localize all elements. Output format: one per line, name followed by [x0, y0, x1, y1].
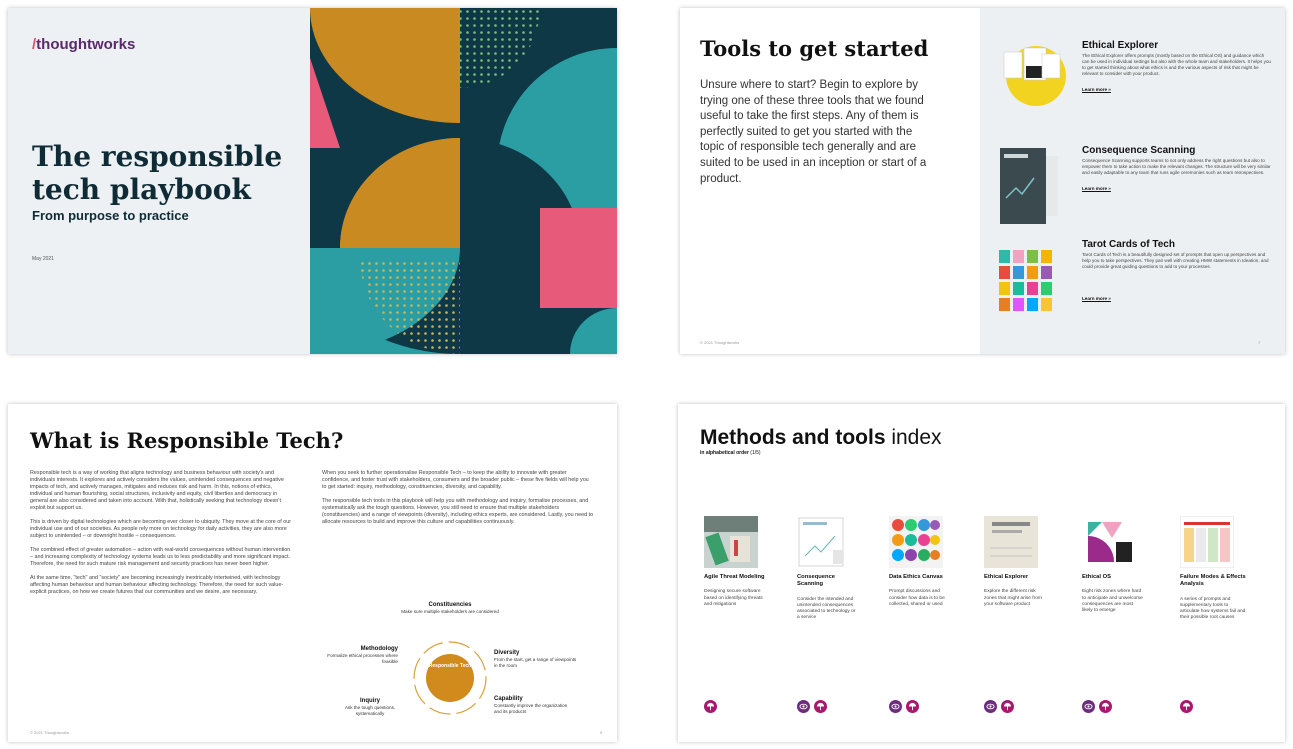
method-title: Ethical Explorer [984, 574, 1029, 580]
method-card-ethical-explorer[interactable]: Ethical Explorer Explore the different r… [984, 516, 1046, 608]
method-icon-row [889, 700, 919, 713]
eye-icon [984, 700, 997, 713]
tool-description: Consequence Scanning supports teams to n… [1082, 158, 1271, 175]
umbrella-icon [1180, 700, 1193, 713]
eye-icon [889, 700, 902, 713]
methods-tools-index-slide-thumbnail[interactable]: Methods and tools index in alphabetical … [678, 404, 1285, 742]
tools-slide-thumbnail[interactable]: Tools to get started Unsure where to sta… [680, 8, 1285, 354]
method-thumbnail [1082, 516, 1136, 568]
umbrella-icon [1099, 700, 1112, 713]
cover-slide-thumbnail[interactable]: /thoughtworks The responsible tech playb… [8, 8, 617, 354]
learn-more-link[interactable]: Learn more » [1082, 186, 1272, 191]
umbrella-icon [704, 700, 717, 713]
diagram-capability: Capability Constantly improve the organiz… [494, 696, 568, 714]
eye-icon [797, 700, 810, 713]
paragraph: The combined effect of greater automatio… [30, 547, 291, 567]
cover-left-panel: /thoughtworks The responsible tech playb… [8, 8, 310, 354]
footer-copyright: © 2021 Thoughtworks [30, 730, 70, 735]
method-icon-row [1082, 700, 1112, 713]
method-thumbnail [704, 516, 758, 568]
cover-subtitle: From purpose to practice [32, 208, 189, 223]
eye-icon [1082, 700, 1095, 713]
tool-description: The Ethical Explorer offers prompts (mos… [1082, 53, 1271, 76]
method-card-consequence-scanning[interactable]: Consequence Scanning Consider the intend… [797, 516, 859, 622]
paragraph: This is driven by digital technologies w… [30, 519, 292, 539]
method-card-failure-modes-effects-analysis[interactable]: Failure Modes & Effects Analysis A serie… [1180, 516, 1248, 622]
tool-name: Tarot Cards of Tech [1082, 239, 1175, 250]
right-text-column: When you seek to further operationalise … [322, 470, 594, 533]
method-thumbnail [1180, 516, 1234, 568]
method-description: A series of prompts and supplementary to… [1180, 596, 1246, 621]
diagram-center-label: Responsible Tech [428, 663, 472, 669]
learn-more-link[interactable]: Learn more » [1082, 87, 1272, 92]
slide-heading: What is Responsible Tech? [30, 428, 344, 453]
tool-description: Tarot Cards of Tech is a beautifully des… [1082, 252, 1269, 269]
method-description: Prompt discussions and consider how data… [889, 589, 945, 607]
paragraph: At the same time, "tech" and "society" a… [30, 575, 284, 595]
paragraph: Responsible tech is a way of working tha… [30, 470, 284, 511]
tools-heading: Tools to get started [700, 36, 929, 61]
method-thumbnail [797, 516, 851, 568]
diagram-constituencies: Constituencies Make sure multiple stakeho… [401, 602, 499, 614]
cover-date: May 2021 [32, 256, 54, 262]
umbrella-icon [814, 700, 827, 713]
consequence-scanning-thumbnail [1000, 148, 1058, 229]
umbrella-icon [1001, 700, 1014, 713]
left-text-column: Responsible tech is a way of working tha… [30, 470, 292, 603]
tool-ethical-explorer: Ethical Explorer The Ethical Explorer of… [1082, 40, 1272, 92]
diagram-diversity: Diversity From the start, get a range of … [494, 650, 577, 668]
method-icon-row [704, 700, 717, 713]
method-card-agile-threat-modeling[interactable]: Agile Threat Modeling Designing secure s… [704, 516, 766, 608]
slide-subheading: in alphabetical order (1/5) [700, 450, 761, 456]
method-title: Consequence Scanning [797, 574, 836, 588]
method-description: Designing secure software based on ident… [704, 589, 763, 607]
paragraph: When you seek to further operationalise … [322, 470, 589, 490]
ethical-explorer-thumbnail [998, 38, 1068, 113]
tool-tarot-cards: Tarot Cards of Tech Tarot Cards of Tech … [1082, 239, 1272, 301]
tool-consequence-scanning: Consequence Scanning Consequence Scannin… [1082, 145, 1272, 191]
learn-more-link[interactable]: Learn more » [1082, 296, 1272, 301]
method-icon-row [984, 700, 1014, 713]
page-number: 7 [1258, 340, 1261, 345]
method-description: Eight risk zones where hard to anticipat… [1082, 589, 1143, 614]
method-thumbnail [889, 516, 943, 568]
tool-name: Ethical Explorer [1082, 40, 1159, 51]
footer-copyright: © 2021 Thoughtworks [700, 340, 740, 345]
cover-title: The responsible tech playbook [32, 140, 283, 206]
tools-left-panel: Tools to get started Unsure where to sta… [680, 8, 980, 354]
tarot-cards-thumbnail [999, 250, 1055, 317]
diagram-inquiry: Inquiry Ask the tough questions, systemat… [344, 698, 396, 716]
method-icon-row [1180, 700, 1193, 713]
method-card-ethical-os[interactable]: Ethical OS Eight risk zones where hard t… [1082, 516, 1144, 614]
responsible-tech-cycle-diagram [413, 641, 487, 715]
umbrella-icon [906, 700, 919, 713]
diagram-methodology: Methodology Formalize ethical processes w… [327, 646, 398, 664]
page-number: 5 [600, 730, 603, 735]
method-description: Consider the intended and unintended con… [797, 596, 856, 621]
tool-name: Consequence Scanning [1082, 145, 1196, 156]
method-description: Explore the different risk zones that mi… [984, 589, 1042, 607]
method-title: Agile Threat Modeling [704, 574, 765, 580]
method-thumbnail [984, 516, 1038, 568]
paragraph: The responsible tech tools in this playb… [322, 498, 594, 525]
tools-intro-text: Unsure where to start? Begin to explore … [700, 79, 927, 185]
thoughtworks-logo: /thoughtworks [32, 36, 136, 53]
method-card-data-ethics-canvas[interactable]: Data Ethics Canvas Prompt discussions an… [889, 516, 951, 608]
what-is-responsible-tech-slide-thumbnail[interactable]: What is Responsible Tech? Responsible te… [8, 404, 617, 742]
method-title: Data Ethics Canvas [889, 574, 943, 580]
slide-heading: Methods and tools index [700, 426, 942, 449]
method-title: Failure Modes & Effects Analysis [1180, 574, 1246, 588]
geometric-pattern-illustration [310, 8, 617, 354]
method-title: Ethical OS [1082, 574, 1111, 580]
method-icon-row [797, 700, 827, 713]
